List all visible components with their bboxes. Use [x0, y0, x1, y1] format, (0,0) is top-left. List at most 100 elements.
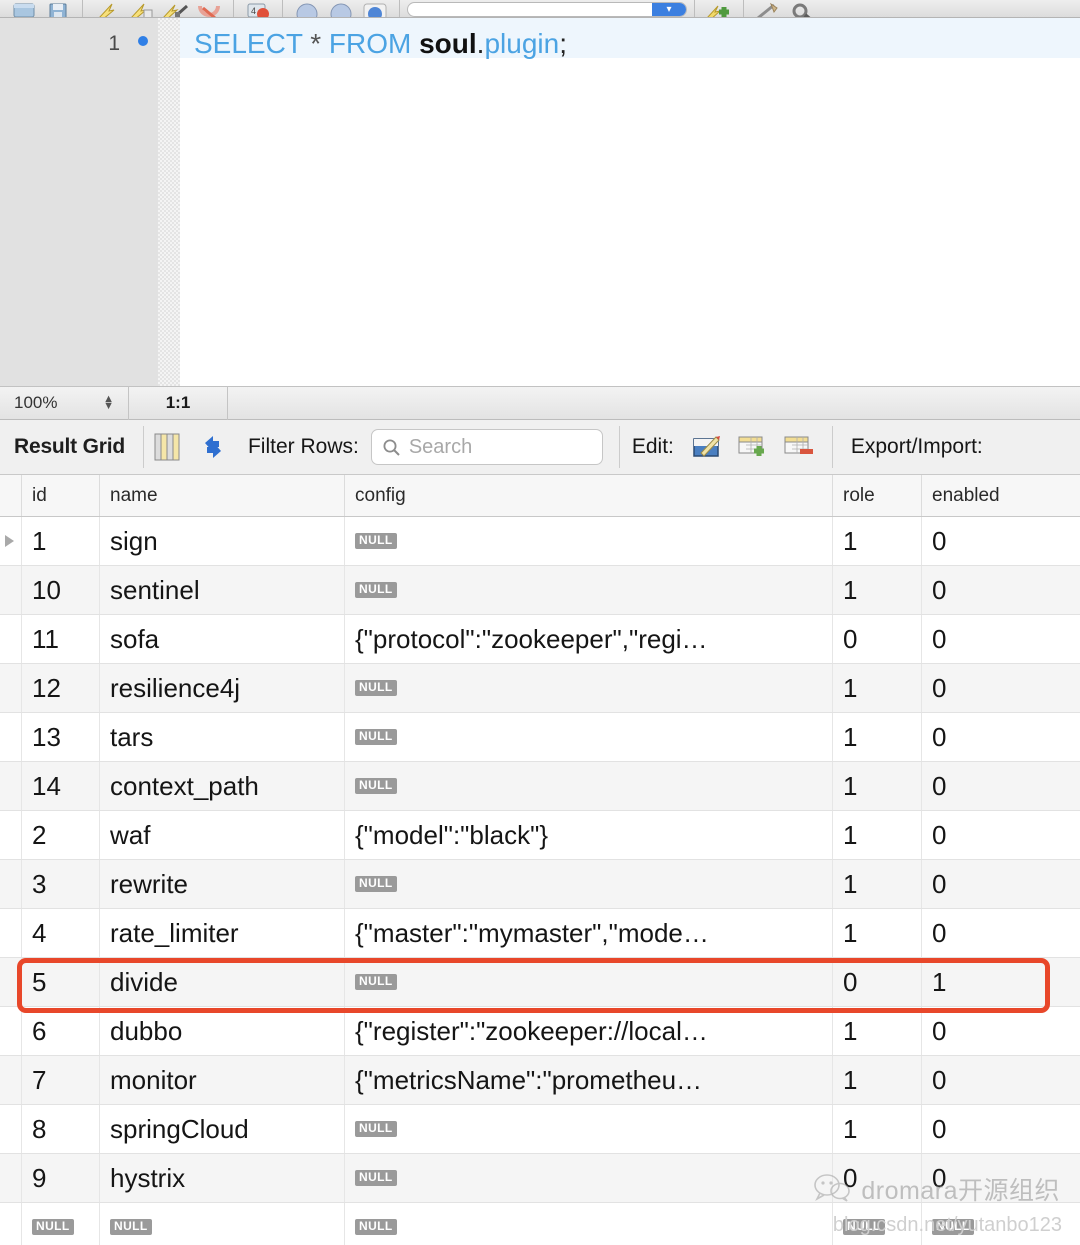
row-marker[interactable] — [0, 1154, 22, 1202]
grid-view-icon[interactable] — [144, 426, 190, 468]
cell-role[interactable]: 0 — [833, 615, 922, 663]
table-row[interactable]: 12 resilience4j NULL 1 0 — [0, 664, 1080, 713]
cell-id[interactable]: 2 — [22, 811, 100, 859]
delete-row-icon[interactable] — [776, 426, 822, 468]
cell-name[interactable]: dubbo — [100, 1007, 345, 1055]
table-row[interactable]: 10 sentinel NULL 1 0 — [0, 566, 1080, 615]
table-row[interactable]: 9 hystrix NULL 0 0 — [0, 1154, 1080, 1203]
cell-name[interactable]: waf — [100, 811, 345, 859]
row-marker[interactable] — [0, 1056, 22, 1104]
cell-config[interactable]: NULL — [345, 713, 833, 761]
cell-role[interactable]: 1 — [833, 860, 922, 908]
cell-id[interactable]: 3 — [22, 860, 100, 908]
cell-config[interactable]: NULL — [345, 1154, 833, 1202]
autocommit-icon[interactable] — [358, 0, 392, 17]
row-marker[interactable] — [0, 517, 22, 565]
cell-config[interactable]: NULL — [345, 1203, 833, 1245]
sql-statement[interactable]: SELECT * FROM soul.plugin; — [194, 30, 567, 58]
find-icon[interactable] — [785, 0, 819, 17]
column-header-name[interactable]: name — [100, 475, 345, 516]
execute-current-icon[interactable] — [124, 0, 158, 17]
insert-row-icon[interactable] — [730, 426, 776, 468]
cell-name[interactable]: tars — [100, 713, 345, 761]
cell-role[interactable]: 1 — [833, 566, 922, 614]
table-row[interactable]: 6 dubbo {"register":"zookeeper://local… 1 0 — [0, 1007, 1080, 1056]
cell-config[interactable]: {"model":"black"} — [345, 811, 833, 859]
cell-config[interactable]: {"metricsName":"prometheu… — [345, 1056, 833, 1104]
cell-config[interactable]: {"register":"zookeeper://local… — [345, 1007, 833, 1055]
row-marker[interactable] — [0, 811, 22, 859]
table-row[interactable]: 7 monitor {"metricsName":"prometheu… 1 0 — [0, 1056, 1080, 1105]
cell-enabled[interactable]: 0 — [922, 762, 1080, 810]
cell-config[interactable]: NULL — [345, 1105, 833, 1153]
cell-enabled[interactable]: 0 — [922, 811, 1080, 859]
cell-role[interactable]: 1 — [833, 517, 922, 565]
cell-role[interactable]: 1 — [833, 909, 922, 957]
rollback-icon[interactable] — [324, 0, 358, 17]
cell-enabled[interactable]: 0 — [922, 909, 1080, 957]
row-marker[interactable] — [0, 958, 22, 1006]
beautify-icon[interactable] — [751, 0, 785, 17]
explain-icon[interactable] — [158, 0, 192, 17]
cell-config[interactable]: {"master":"mymaster","mode… — [345, 909, 833, 957]
cell-id[interactable]: 5 — [22, 958, 100, 1006]
cell-enabled[interactable]: 0 — [922, 615, 1080, 663]
cell-role[interactable]: 0 — [833, 1154, 922, 1202]
commit-icon[interactable] — [290, 0, 324, 17]
cell-id[interactable]: 7 — [22, 1056, 100, 1104]
row-marker[interactable] — [0, 1203, 22, 1245]
cell-name[interactable]: rewrite — [100, 860, 345, 908]
cell-enabled[interactable]: 0 — [922, 664, 1080, 712]
stop-icon[interactable] — [192, 0, 226, 17]
table-row[interactable]: 3 rewrite NULL 1 0 — [0, 860, 1080, 909]
row-marker[interactable] — [0, 664, 22, 712]
cell-id[interactable]: 1 — [22, 517, 100, 565]
cell-role[interactable]: 1 — [833, 1007, 922, 1055]
cell-name[interactable]: context_path — [100, 762, 345, 810]
search-go-button[interactable]: ▾ — [652, 3, 686, 16]
column-header-role[interactable]: role — [833, 475, 922, 516]
row-marker[interactable] — [0, 762, 22, 810]
row-marker[interactable] — [0, 615, 22, 663]
table-row[interactable]: NULL NULL NULL NULL NULL — [0, 1203, 1080, 1245]
cell-config[interactable]: NULL — [345, 958, 833, 1006]
cell-role[interactable]: 1 — [833, 1105, 922, 1153]
cell-config[interactable]: NULL — [345, 566, 833, 614]
save-icon[interactable] — [41, 0, 75, 17]
cell-id[interactable]: 11 — [22, 615, 100, 663]
row-marker[interactable] — [0, 566, 22, 614]
execute-icon[interactable] — [90, 0, 124, 17]
cell-id[interactable]: 8 — [22, 1105, 100, 1153]
cell-role[interactable]: 1 — [833, 664, 922, 712]
cell-id[interactable]: 9 — [22, 1154, 100, 1202]
cell-role[interactable]: 1 — [833, 1056, 922, 1104]
column-header-id[interactable]: id — [22, 475, 100, 516]
row-marker[interactable] — [0, 1007, 22, 1055]
cell-enabled[interactable]: 0 — [922, 517, 1080, 565]
row-marker[interactable] — [0, 860, 22, 908]
add-snippet-icon[interactable] — [702, 0, 736, 17]
table-row[interactable]: 4 rate_limiter {"master":"mymaster","mode…… — [0, 909, 1080, 958]
cell-name[interactable]: sentinel — [100, 566, 345, 614]
filter-search-input[interactable]: Search — [370, 429, 603, 465]
cell-enabled[interactable]: 0 — [922, 566, 1080, 614]
table-row[interactable]: 13 tars NULL 1 0 — [0, 713, 1080, 762]
cell-enabled[interactable]: 0 — [922, 713, 1080, 761]
cell-role[interactable]: 1 — [833, 762, 922, 810]
cell-id[interactable]: 12 — [22, 664, 100, 712]
cell-enabled[interactable]: NULL — [922, 1203, 1080, 1245]
cell-config[interactable]: {"protocol":"zookeeper","regi… — [345, 615, 833, 663]
column-header-config[interactable]: config — [345, 475, 833, 516]
cell-id[interactable]: NULL — [22, 1203, 100, 1245]
cell-name[interactable]: monitor — [100, 1056, 345, 1104]
cell-name[interactable]: NULL — [100, 1203, 345, 1245]
edit-row-icon[interactable] — [684, 426, 730, 468]
cell-id[interactable]: 14 — [22, 762, 100, 810]
row-marker[interactable] — [0, 909, 22, 957]
toggle-stop-on-error-icon[interactable]: 4 — [241, 0, 275, 17]
cell-enabled[interactable]: 0 — [922, 860, 1080, 908]
sql-editor[interactable]: 1 SELECT * FROM soul.plugin; — [0, 18, 1080, 386]
cell-name[interactable]: sign — [100, 517, 345, 565]
cell-config[interactable]: NULL — [345, 517, 833, 565]
refresh-icon[interactable] — [190, 426, 236, 468]
